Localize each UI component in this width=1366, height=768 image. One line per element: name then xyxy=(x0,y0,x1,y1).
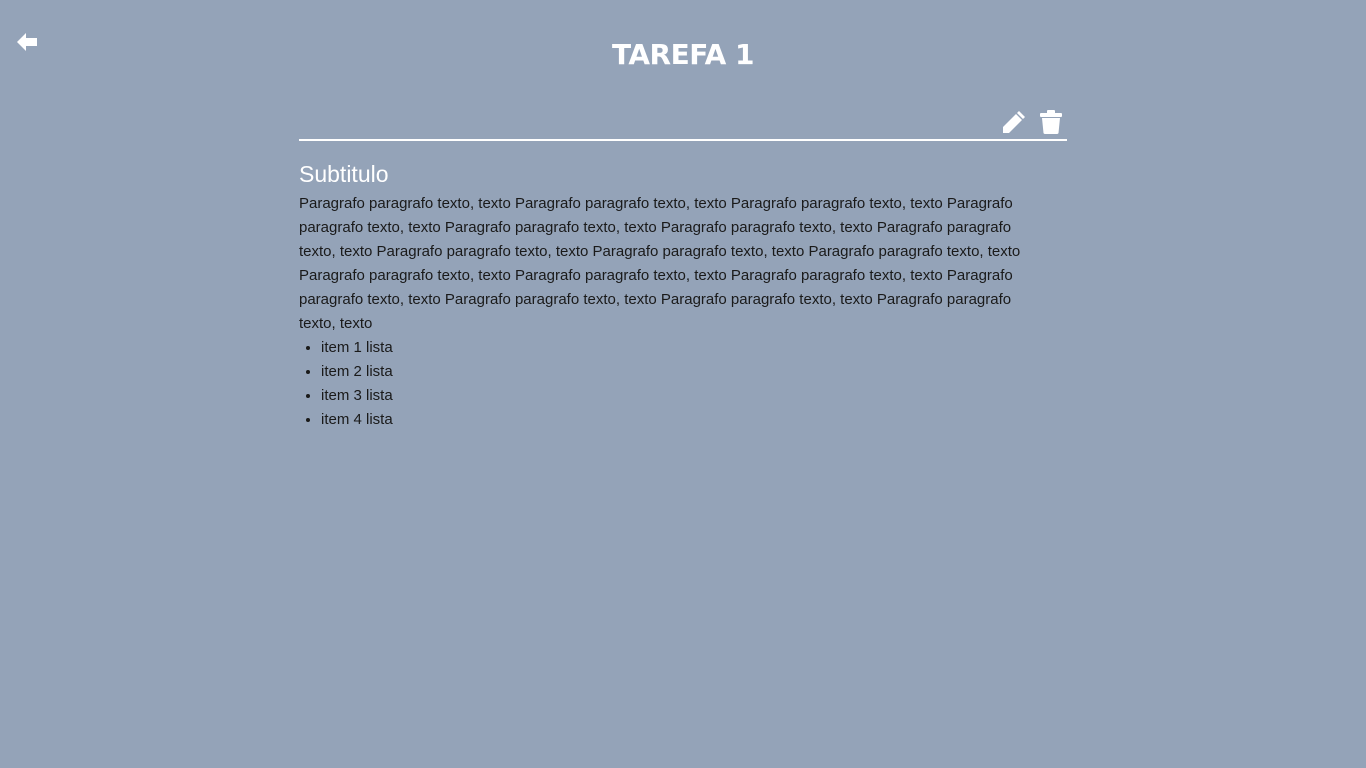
list-item: item 4 lista xyxy=(321,408,1067,432)
list-item: item 1 lista xyxy=(321,336,1067,360)
list-item: item 3 lista xyxy=(321,384,1067,408)
task-toolbar xyxy=(299,104,1067,141)
list-item: item 2 lista xyxy=(321,360,1067,384)
item-list: item 1 lista item 2 lista item 3 lista i… xyxy=(299,336,1067,432)
page-title: TAREFA 1 xyxy=(611,38,755,71)
task-content: Subtitulo Paragrafo paragrafo texto, tex… xyxy=(299,104,1067,432)
trash-icon xyxy=(1039,109,1062,134)
pencil-icon xyxy=(1002,110,1025,133)
body-paragraph: Paragrafo paragrafo texto, texto Paragra… xyxy=(299,195,1021,332)
edit-button[interactable] xyxy=(1000,108,1027,135)
delete-button[interactable] xyxy=(1037,108,1064,135)
section-subtitle: Subtitulo xyxy=(299,161,389,187)
